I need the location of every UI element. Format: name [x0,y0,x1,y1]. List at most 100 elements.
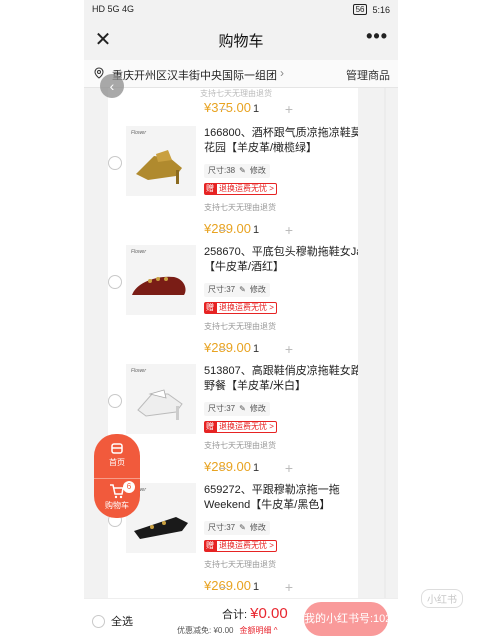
item-checkbox[interactable] [108,275,122,289]
quantity-stepper[interactable]: − 1 + [214,460,298,476]
support-text: 支持七天无理由退货 [200,89,272,98]
brand-logo: Flower [131,130,147,136]
nav-bar: ✕ 购物车 ••• [84,20,398,60]
spec-text: 尺寸:37 [208,523,236,532]
support-text: 支持七天无理由退货 [204,441,276,450]
quantity-value: 1 [252,224,260,236]
badge-text: 退换运费无忧 > [216,183,277,195]
quantity-value: 1 [252,462,260,474]
checkout-bar: 全选 合计: ¥0.00 优惠减免: ¥0.00 金额明细 ^ 我的小红书号:10… [84,598,398,639]
discount-info: 优惠减免: ¥0.00 金额明细 ^ [177,625,277,636]
cart-item: Flower 659272、平跟穆勒凉拖一拖Weekend【牛皮革/黑色】 尺寸… [108,483,358,598]
edit-label: 修改 [249,285,266,294]
home-float-button[interactable]: 首页 [94,434,140,478]
plus-button[interactable]: + [280,222,298,238]
quantity-stepper[interactable]: − 1 + [214,101,298,117]
total-price: 合计: ¥0.00 [222,605,288,622]
quantity-stepper[interactable]: − 1 + [214,341,298,357]
scroll-rail [384,88,386,598]
product-image[interactable]: Flower [126,126,196,196]
item-checkbox[interactable] [108,156,122,170]
network-text: HD 5G 4G [92,4,135,14]
plus-button[interactable]: + [280,341,298,357]
cart-list: 支持七天无理由退货 ¥375.00 − 1 + Flower 166800、酒杯… [108,88,358,598]
item-checkbox[interactable] [108,394,122,408]
spec-text: 尺寸:37 [208,285,236,294]
support-text: 支持七天无理由退货 [204,560,276,569]
clock: 5:16 [372,4,390,15]
edit-icon: ✎ [239,523,246,532]
edit-label: 修改 [249,523,266,532]
minus-button[interactable]: − [214,460,232,476]
chevron-right-icon: › [280,66,284,80]
select-all-label: 全选 [111,616,133,628]
battery-icon: 56 [352,4,368,15]
select-all-checkbox[interactable] [92,614,105,628]
back-arrow-icon[interactable]: ‹ [100,74,124,98]
brand-logo: Flower [131,249,147,255]
quantity-stepper[interactable]: − 1 + [214,222,298,238]
plus-button[interactable]: + [280,101,298,117]
more-icon[interactable]: ••• [366,26,388,47]
select-all-toggle[interactable]: 全选 [92,613,133,629]
plus-button[interactable]: + [280,460,298,476]
status-bar: HD 5G 4G 56 5:16 [84,0,398,20]
amount-detail-link[interactable]: 金额明细 ^ [239,626,277,635]
spec-selector[interactable]: 尺寸:37 ✎ 修改 [204,402,270,416]
quantity-stepper[interactable]: − 1 + [214,579,298,595]
cart-float-button[interactable]: 6 购物车 [94,478,140,518]
discount-text: 优惠减免: ¥0.00 [177,626,234,635]
status-right: 56 5:16 [352,4,390,15]
watermark: 小红书 [421,589,463,608]
network-indicators: HD 5G 4G [92,4,134,14]
badge-text: 退换运费无忧 > [216,421,277,433]
spec-text: 尺寸:37 [208,404,236,413]
minus-button[interactable]: − [214,222,232,238]
support-text: 支持七天无理由退货 [204,203,276,212]
product-image[interactable]: Flower [126,364,196,434]
item-title[interactable]: 166800、酒杯跟气质凉拖凉鞋莫奈花园【羊皮革/橄榄绿】 [204,126,358,156]
quantity-value: 1 [252,581,260,593]
total-label: 合计: [222,609,251,621]
spec-selector[interactable]: 尺寸:37 ✎ 修改 [204,283,270,297]
shipping-badge[interactable]: 赠 退换运费无忧 > [204,183,277,195]
quantity-value: 1 [252,103,260,115]
minus-button[interactable]: − [214,101,232,117]
home-label: 首页 [109,458,125,467]
page-title: 购物车 [218,33,264,50]
cart-count-badge: 6 [123,481,135,493]
product-image[interactable]: Flower [126,245,196,315]
manage-items-button[interactable]: 管理商品 [346,67,390,83]
minus-button[interactable]: − [214,579,232,595]
shoe-image [137,389,183,420]
edit-label: 修改 [249,404,266,413]
gift-tag: 赠 [204,540,216,552]
spec-selector[interactable]: 尺寸:37 ✎ 修改 [204,521,270,535]
brand-logo: Flower [131,368,147,374]
item-title[interactable]: 659272、平跟穆勒凉拖一拖Weekend【牛皮革/黑色】 [204,483,358,513]
quantity-value: 1 [252,343,260,355]
edit-icon: ✎ [239,404,246,413]
plus-button[interactable]: + [280,579,298,595]
phone-screen: HD 5G 4G 56 5:16 ✕ 购物车 ••• 重庆开州区汉丰街中央国际一… [84,0,398,639]
address-bar[interactable]: 重庆开州区汉丰街中央国际一组团 › 管理商品 [84,60,398,88]
badge-text: 退换运费无忧 > [216,540,277,552]
checkout-button[interactable]: 我的小红书号:1028897366 [304,602,388,636]
shipping-badge[interactable]: 赠 退换运费无忧 > [204,540,277,552]
cart-item: Flower 258670、平底包头穆勒拖鞋女Janet【牛皮革/酒红】 尺寸:… [108,245,358,363]
minus-button[interactable]: − [214,341,232,357]
shoe-image [132,276,186,295]
item-title[interactable]: 513807、高跟鞋俏皮凉拖鞋女路边野餐【羊皮革/米白】 [204,364,358,394]
spec-text: 尺寸:38 [208,166,236,175]
address-text: 重庆开州区汉丰街中央国际一组团 [112,70,277,82]
shipping-badge[interactable]: 赠 退换运费无忧 > [204,302,277,314]
gift-tag: 赠 [204,302,216,314]
item-title[interactable]: 258670、平底包头穆勒拖鞋女Janet【牛皮革/酒红】 [204,245,358,275]
cart-item: Flower 166800、酒杯跟气质凉拖凉鞋莫奈花园【羊皮革/橄榄绿】 尺寸:… [108,126,358,244]
cart-label: 购物车 [105,501,129,510]
shipping-badge[interactable]: 赠 退换运费无忧 > [204,421,277,433]
spec-selector[interactable]: 尺寸:38 ✎ 修改 [204,164,270,178]
shoe-image [136,150,182,184]
edit-label: 修改 [249,166,266,175]
home-icon [111,443,123,454]
